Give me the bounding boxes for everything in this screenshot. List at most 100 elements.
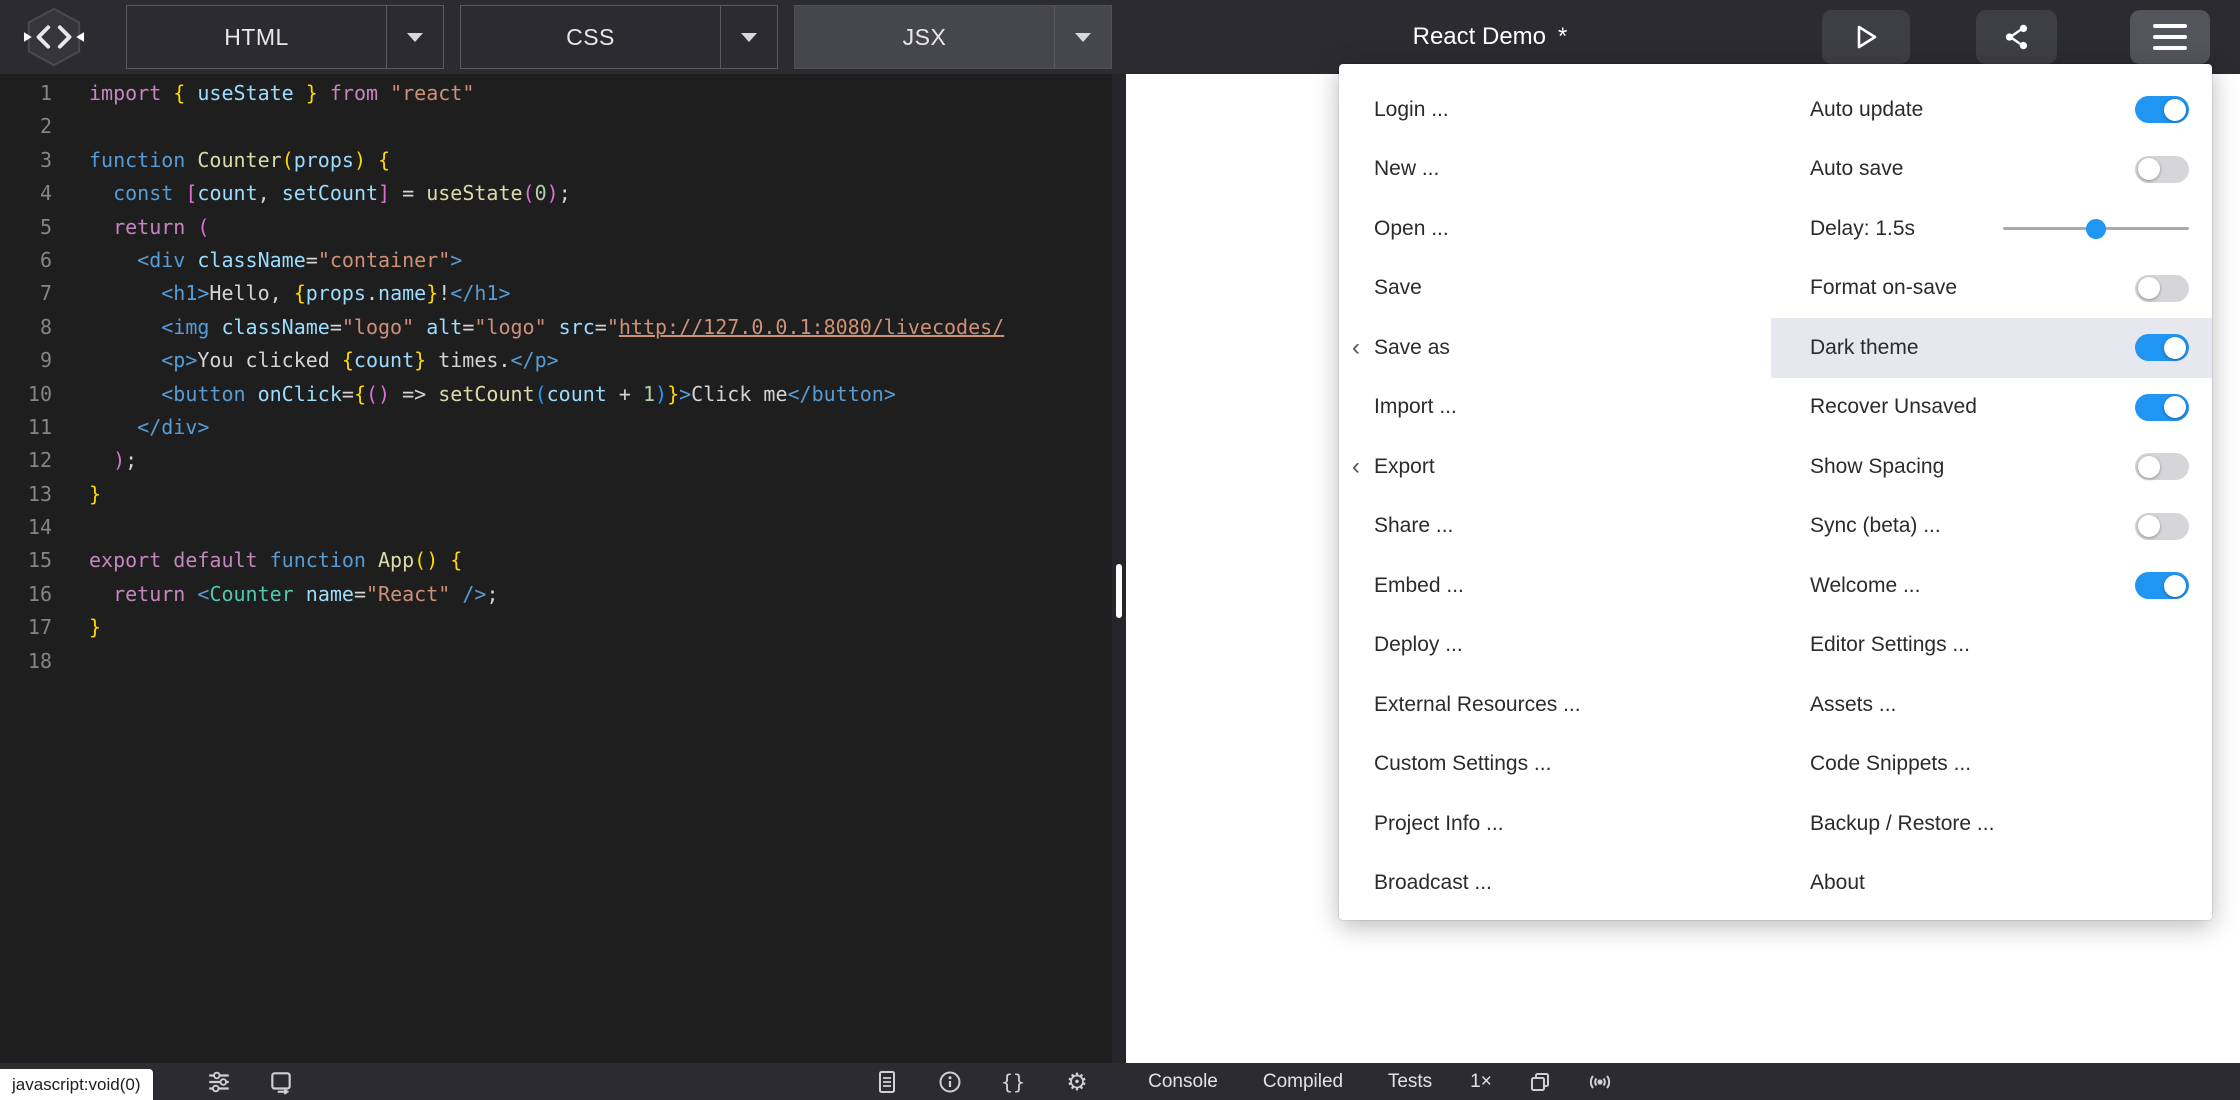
menu-item-label: Delay: 1.5s [1810,217,1915,241]
toggle-auto-update[interactable] [2135,96,2189,123]
menu-item-export[interactable]: ‹Export [1339,437,1771,497]
menu-item-deploy[interactable]: Deploy ... [1339,616,1771,676]
run-button[interactable] [1822,10,1910,64]
code-line[interactable]: 18 [0,645,1112,678]
code-line[interactable]: 4 const [count, setCount] = useState(0); [0,177,1112,210]
menu-right: Auto updateAuto save Delay: 1.5s Format on… [1771,80,2212,920]
menu-left: Login ... New ... Open ... Save ‹Save as Impo… [1339,80,1771,920]
code-line[interactable]: 12 ); [0,444,1112,477]
line-number: 4 [0,177,52,210]
toggle-knob [2164,99,2186,121]
menu-item-assets[interactable]: Assets ... [1771,675,2212,735]
code-lines: 1import { useState } from "react"23funct… [0,77,1112,678]
menu-item-label: Assets ... [1810,693,1896,717]
menu-item-save[interactable]: Save [1339,259,1771,319]
menu-item-about[interactable]: About [1771,854,2212,914]
menu-item-auto-save[interactable]: Auto save [1771,140,2212,200]
editor-settings-button[interactable]: ⚙ [1066,1068,1088,1096]
document-icon [875,1069,899,1095]
tab-css[interactable]: CSS [460,5,778,69]
toggle-show-spacing[interactable] [2135,453,2189,480]
app-menu-button[interactable] [2130,10,2210,64]
menu-item-auto-update[interactable]: Auto update [1771,80,2212,140]
compiled-button[interactable]: Compiled [1263,1071,1343,1093]
code-line[interactable]: 10 <button onClick={() => setCount(count… [0,378,1112,411]
code-line[interactable]: 6 <div className="container"> [0,244,1112,277]
broadcast-button[interactable] [1587,1070,1613,1094]
menu-item-code-snippets[interactable]: Code Snippets ... [1771,735,2212,795]
app-menu: Login ... New ... Open ... Save ‹Save as Impo… [1339,64,2212,920]
toggle-recover-unsaved[interactable] [2135,394,2189,421]
menu-item-editor-settings[interactable]: Editor Settings ... [1771,616,2212,676]
tab-label: CSS [461,6,720,68]
editor-mode-button[interactable]: {} [1001,1070,1025,1094]
menu-item-delay-1-5s[interactable]: Delay: 1.5s [1771,199,2212,259]
slider-knob[interactable] [2086,219,2106,239]
code-line[interactable]: 13} [0,478,1112,511]
toggle-auto-save[interactable] [2135,156,2189,183]
braces-icon: {} [1001,1070,1025,1094]
format-code-button[interactable] [268,1069,294,1095]
tests-button[interactable]: Tests [1388,1071,1432,1093]
share-button[interactable] [1976,10,2057,64]
menu-item-external-resources[interactable]: External Resources ... [1339,675,1771,735]
code-line[interactable]: 15export default function App() { [0,544,1112,577]
format-code-icon [268,1069,294,1095]
menu-item-save-as[interactable]: ‹Save as [1339,318,1771,378]
tab-language-dropdown[interactable] [386,6,443,68]
code-line[interactable]: 11 </div> [0,411,1112,444]
delay-slider[interactable] [2003,215,2189,242]
tab-jsx[interactable]: JSX [794,5,1112,69]
split-gutter[interactable] [1112,74,1126,1063]
code-line[interactable]: 7 <h1>Hello, {props.name}!</h1> [0,277,1112,310]
menu-item-new[interactable]: New ... [1339,140,1771,200]
menu-item-label: Import ... [1374,395,1457,419]
editor-info-button[interactable] [938,1070,962,1094]
menu-item-dark-theme[interactable]: Dark theme [1771,318,2212,378]
line-number: 9 [0,344,52,377]
menu-item-show-spacing[interactable]: Show Spacing [1771,437,2212,497]
code-line[interactable]: 9 <p>You clicked {count} times.</p> [0,344,1112,377]
menu-item-label: New ... [1374,157,1439,181]
code-line[interactable]: 3function Counter(props) { [0,144,1112,177]
menu-item-open[interactable]: Open ... [1339,199,1771,259]
code-line[interactable]: 2 [0,110,1112,143]
code-line[interactable]: 8 <img className="logo" alt="logo" src="… [0,311,1112,344]
split-handle[interactable] [1116,564,1122,618]
menu-item-format-on-save[interactable]: Format on-save [1771,259,2212,319]
toggle-format-on-save[interactable] [2135,275,2189,302]
toggle-dark-theme[interactable] [2135,334,2189,361]
result-window-button[interactable] [1528,1070,1552,1094]
menu-item-custom-settings[interactable]: Custom Settings ... [1339,735,1771,795]
code-line[interactable]: 1import { useState } from "react" [0,77,1112,110]
code-line[interactable]: 17} [0,611,1112,644]
code-editor[interactable]: 1import { useState } from "react"23funct… [0,74,1112,1063]
zoom-button[interactable]: 1× [1470,1071,1492,1093]
menu-item-broadcast[interactable]: Broadcast ... [1339,854,1771,914]
toggle-sync-beta[interactable] [2135,513,2189,540]
tab-language-dropdown[interactable] [1054,6,1111,68]
code-line[interactable]: 16 return <Counter name="React" />; [0,578,1112,611]
console-button[interactable]: Console [1148,1071,1218,1093]
app-logo[interactable] [22,5,86,69]
menu-item-embed[interactable]: Embed ... [1339,556,1771,616]
tab-language-dropdown[interactable] [720,6,777,68]
sliders-icon [206,1069,232,1095]
menu-item-recover-unsaved[interactable]: Recover Unsaved [1771,378,2212,438]
editor-options-button[interactable] [206,1069,232,1095]
project-title[interactable]: React Demo * [1280,0,1700,74]
menu-item-label: Save [1374,276,1422,300]
line-number: 16 [0,578,52,611]
menu-item-import[interactable]: Import ... [1339,378,1771,438]
menu-item-project-info[interactable]: Project Info ... [1339,794,1771,854]
menu-item-sync-beta[interactable]: Sync (beta) ... [1771,497,2212,557]
toggle-welcome[interactable] [2135,572,2189,599]
tab-html[interactable]: HTML [126,5,444,69]
menu-item-login[interactable]: Login ... [1339,80,1771,140]
menu-item-backup-restore[interactable]: Backup / Restore ... [1771,794,2212,854]
code-line[interactable]: 14 [0,511,1112,544]
editor-log-button[interactable] [875,1069,899,1095]
menu-item-welcome[interactable]: Welcome ... [1771,556,2212,616]
code-line[interactable]: 5 return ( [0,211,1112,244]
menu-item-share[interactable]: Share ... [1339,497,1771,557]
